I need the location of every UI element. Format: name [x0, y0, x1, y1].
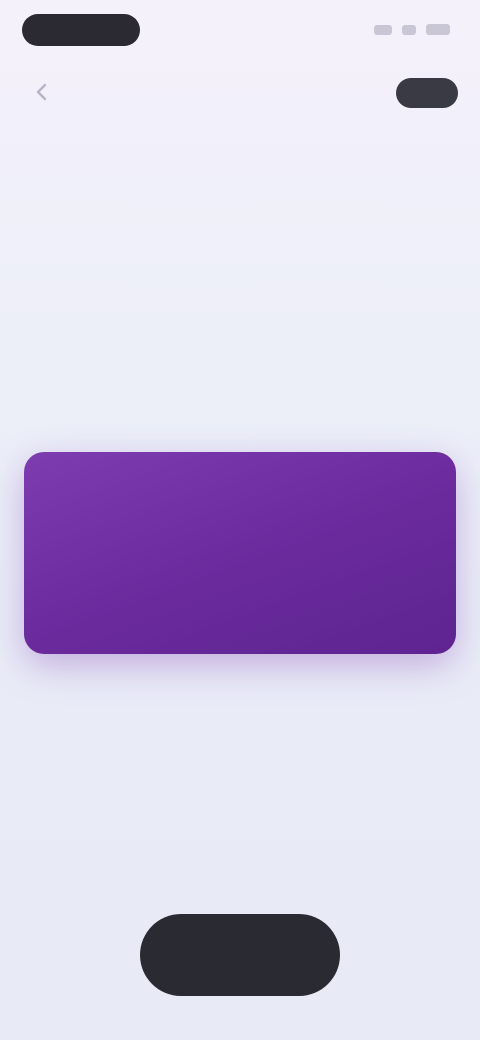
signal-icon [374, 24, 392, 35]
battery-icon [426, 24, 450, 35]
promo-card[interactable] [24, 452, 456, 654]
nav-action-button[interactable] [396, 78, 458, 108]
wifi-icon [402, 24, 416, 35]
nav-bar [0, 70, 480, 114]
primary-cta-button[interactable] [140, 914, 340, 996]
dynamic-island [22, 14, 140, 46]
chevron-left-icon[interactable] [30, 80, 54, 104]
info-row [24, 314, 456, 380]
status-bar [0, 0, 480, 62]
status-icons [374, 24, 450, 35]
